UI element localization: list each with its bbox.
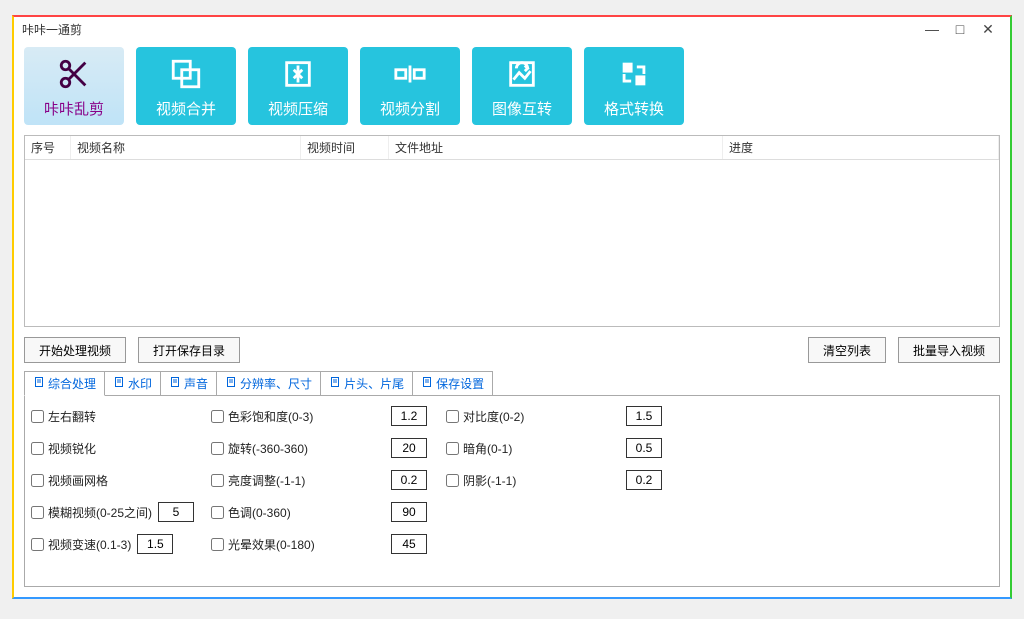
chk-blur[interactable]: 模糊视频(0-25之间) bbox=[31, 504, 152, 521]
tool-video-split[interactable]: 视频分割 bbox=[360, 47, 460, 125]
main-toolbar: 咔咔乱剪 视频合并 视频压缩 视频分割 图像互转 格式转换 bbox=[14, 41, 1010, 131]
chk-shadow[interactable]: 阴影(-1-1) bbox=[446, 472, 626, 489]
input-hue[interactable] bbox=[391, 502, 427, 522]
merge-icon bbox=[169, 54, 203, 94]
image-swap-icon bbox=[505, 54, 539, 94]
doc-icon bbox=[169, 376, 181, 391]
settings-panel: 左右翻转 色彩饱和度(0-3) 对比度(0-2) 视频锐化 旋转(-360-36… bbox=[24, 395, 1000, 587]
chk-sharpen[interactable]: 视频锐化 bbox=[31, 440, 211, 457]
scissors-icon bbox=[57, 54, 91, 94]
maximize-button[interactable]: □ bbox=[946, 21, 974, 37]
tab-audio[interactable]: 声音 bbox=[160, 371, 217, 395]
chk-vignette[interactable]: 暗角(0-1) bbox=[446, 440, 626, 457]
chk-brightness[interactable]: 亮度调整(-1-1) bbox=[211, 472, 391, 489]
chk-contrast[interactable]: 对比度(0-2) bbox=[446, 408, 626, 425]
tool-video-compress[interactable]: 视频压缩 bbox=[248, 47, 348, 125]
col-index[interactable]: 序号 bbox=[25, 136, 71, 159]
video-table: 序号 视频名称 视频时间 文件地址 进度 bbox=[24, 135, 1000, 327]
chk-speed[interactable]: 视频变速(0.1-3) bbox=[31, 536, 131, 553]
settings-tabs: 综合处理 水印 声音 分辨率、尺寸 片头、片尾 保存设置 bbox=[14, 371, 1010, 395]
input-halo[interactable] bbox=[391, 534, 427, 554]
compress-icon bbox=[281, 54, 315, 94]
tool-video-merge[interactable]: 视频合并 bbox=[136, 47, 236, 125]
input-rotate[interactable] bbox=[391, 438, 427, 458]
input-saturation[interactable] bbox=[391, 406, 427, 426]
close-button[interactable]: ✕ bbox=[974, 21, 1002, 38]
start-process-button[interactable]: 开始处理视频 bbox=[24, 337, 126, 363]
table-header: 序号 视频名称 视频时间 文件地址 进度 bbox=[25, 136, 999, 160]
col-path[interactable]: 文件地址 bbox=[389, 136, 723, 159]
batch-import-button[interactable]: 批量导入视频 bbox=[898, 337, 1000, 363]
input-blur[interactable] bbox=[158, 502, 194, 522]
input-contrast[interactable] bbox=[626, 406, 662, 426]
chk-hue[interactable]: 色调(0-360) bbox=[211, 504, 391, 521]
table-body bbox=[25, 160, 999, 326]
chk-grid[interactable]: 视频画网格 bbox=[31, 472, 211, 489]
tool-format-convert[interactable]: 格式转换 bbox=[584, 47, 684, 125]
chk-rotate[interactable]: 旋转(-360-360) bbox=[211, 440, 391, 457]
split-icon bbox=[393, 54, 427, 94]
tool-label: 格式转换 bbox=[604, 98, 664, 119]
tab-save-settings[interactable]: 保存设置 bbox=[412, 371, 493, 395]
tool-label: 咔咔乱剪 bbox=[44, 98, 104, 119]
tab-resolution[interactable]: 分辨率、尺寸 bbox=[216, 371, 321, 395]
tab-intro-outro[interactable]: 片头、片尾 bbox=[320, 371, 413, 395]
input-brightness[interactable] bbox=[391, 470, 427, 490]
input-speed[interactable] bbox=[137, 534, 173, 554]
open-save-dir-button[interactable]: 打开保存目录 bbox=[138, 337, 240, 363]
action-row: 开始处理视频 打开保存目录 清空列表 批量导入视频 bbox=[14, 333, 1010, 369]
window-title: 咔咔一通剪 bbox=[22, 21, 82, 38]
tool-label: 图像互转 bbox=[492, 98, 552, 119]
tool-label: 视频分割 bbox=[380, 98, 440, 119]
doc-icon bbox=[329, 376, 341, 391]
chk-saturation[interactable]: 色彩饱和度(0-3) bbox=[211, 408, 391, 425]
col-progress[interactable]: 进度 bbox=[723, 136, 999, 159]
minimize-button[interactable]: — bbox=[918, 21, 946, 37]
tool-random-cut[interactable]: 咔咔乱剪 bbox=[24, 47, 124, 125]
tab-general[interactable]: 综合处理 bbox=[24, 371, 105, 396]
input-vignette[interactable] bbox=[626, 438, 662, 458]
convert-icon bbox=[617, 54, 651, 94]
clear-list-button[interactable]: 清空列表 bbox=[808, 337, 886, 363]
titlebar: 咔咔一通剪 — □ ✕ bbox=[14, 17, 1010, 41]
doc-icon bbox=[225, 376, 237, 391]
doc-icon bbox=[421, 376, 433, 391]
doc-icon bbox=[33, 376, 45, 391]
input-shadow[interactable] bbox=[626, 470, 662, 490]
chk-flip-horizontal[interactable]: 左右翻转 bbox=[31, 408, 211, 425]
doc-icon bbox=[113, 376, 125, 391]
col-duration[interactable]: 视频时间 bbox=[301, 136, 389, 159]
chk-halo[interactable]: 光晕效果(0-180) bbox=[211, 536, 391, 553]
tool-label: 视频合并 bbox=[156, 98, 216, 119]
app-window: 咔咔一通剪 — □ ✕ 咔咔乱剪 视频合并 视频压缩 视频分割 图像互转 格式转… bbox=[12, 15, 1012, 599]
col-name[interactable]: 视频名称 bbox=[71, 136, 301, 159]
tool-image-convert[interactable]: 图像互转 bbox=[472, 47, 572, 125]
tab-watermark[interactable]: 水印 bbox=[104, 371, 161, 395]
tool-label: 视频压缩 bbox=[268, 98, 328, 119]
